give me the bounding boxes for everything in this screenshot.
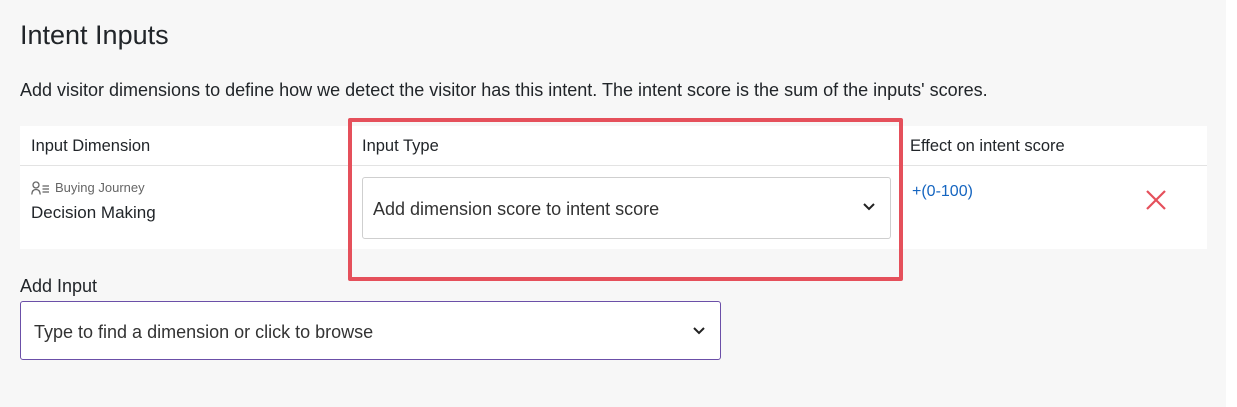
chevron-down-icon (863, 203, 875, 211)
section-description: Add visitor dimensions to define how we … (20, 80, 988, 100)
section-title: Intent Inputs (20, 20, 169, 50)
close-icon[interactable] (1145, 189, 1167, 211)
input-type-value: Add dimension score to intent score (373, 199, 660, 219)
add-input-search[interactable]: Type to find a dimension or click to bro… (20, 301, 721, 360)
chevron-down-icon[interactable] (692, 326, 706, 336)
add-input-label: Add Input (20, 276, 98, 296)
inputs-table: Input Dimension Input Type Effect on int… (20, 126, 1207, 249)
intent-inputs-panel: Intent Inputs Add visitor dimensions to … (0, 0, 1226, 407)
dimension-category: Buying Journey (31, 180, 145, 195)
header-input-type: Input Type (362, 137, 439, 155)
header-input-dimension: Input Dimension (31, 137, 151, 155)
input-type-select[interactable]: Add dimension score to intent score (362, 177, 891, 239)
add-input-placeholder: Type to find a dimension or click to bro… (34, 322, 374, 342)
table-row: Buying Journey Decision Making Add dimen… (20, 167, 1207, 249)
dimension-category-label: Buying Journey (55, 180, 145, 195)
table-header: Input Dimension Input Type Effect on int… (20, 126, 1207, 166)
effect-score-link[interactable]: +(0-100) (912, 183, 973, 201)
header-effect: Effect on intent score (910, 137, 1065, 155)
person-list-icon (31, 180, 49, 195)
dimension-name: Decision Making (31, 203, 156, 222)
